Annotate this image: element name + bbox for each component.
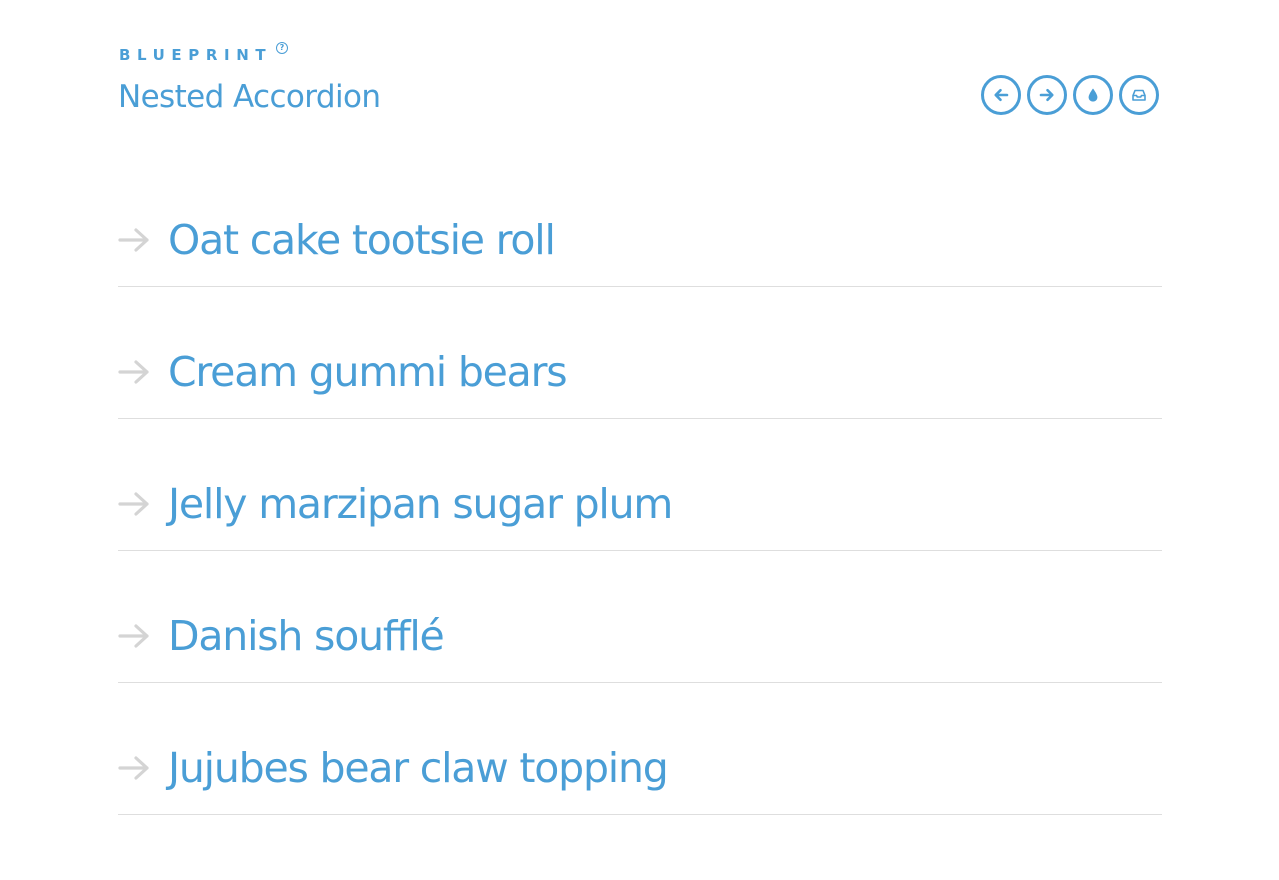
accordion-item[interactable]: Jelly marzipan sugar plum [118,419,1162,551]
accordion-item[interactable]: Jujubes bear claw topping [118,683,1162,815]
theme-button[interactable] [1073,75,1113,115]
arrow-right-icon [118,228,149,252]
arrow-right-icon [118,360,149,384]
inbox-button[interactable] [1119,75,1159,115]
accordion-item[interactable]: Danish soufflé [118,551,1162,683]
inbox-icon [1132,89,1146,101]
accordion-item-label: Danish soufflé [168,612,445,660]
accordion: Oat cake tootsie roll Cream gummi bears … [118,155,1162,815]
arrow-right-icon [1039,88,1054,102]
arrow-right-icon [118,624,149,648]
page-title: Nested Accordion [118,79,381,115]
help-icon[interactable]: ? [276,42,288,54]
arrow-left-icon [994,88,1009,102]
accordion-item-label: Jujubes bear claw topping [168,744,669,792]
brand-logo[interactable]: BLUEPRINT [119,44,272,66]
arrow-right-icon [118,492,149,516]
accordion-item-label: Cream gummi bears [168,348,568,396]
arrow-right-icon [118,756,149,780]
previous-button[interactable] [981,75,1021,115]
toolbar [981,75,1159,115]
accordion-item[interactable]: Cream gummi bears [118,287,1162,419]
droplet-icon [1088,88,1098,102]
next-button[interactable] [1027,75,1067,115]
accordion-item-label: Oat cake tootsie roll [168,216,556,264]
accordion-item[interactable]: Oat cake tootsie roll [118,155,1162,287]
page: BLUEPRINT ? Nested Accordion Oat cake to… [0,0,1279,880]
accordion-item-label: Jelly marzipan sugar plum [168,480,673,528]
